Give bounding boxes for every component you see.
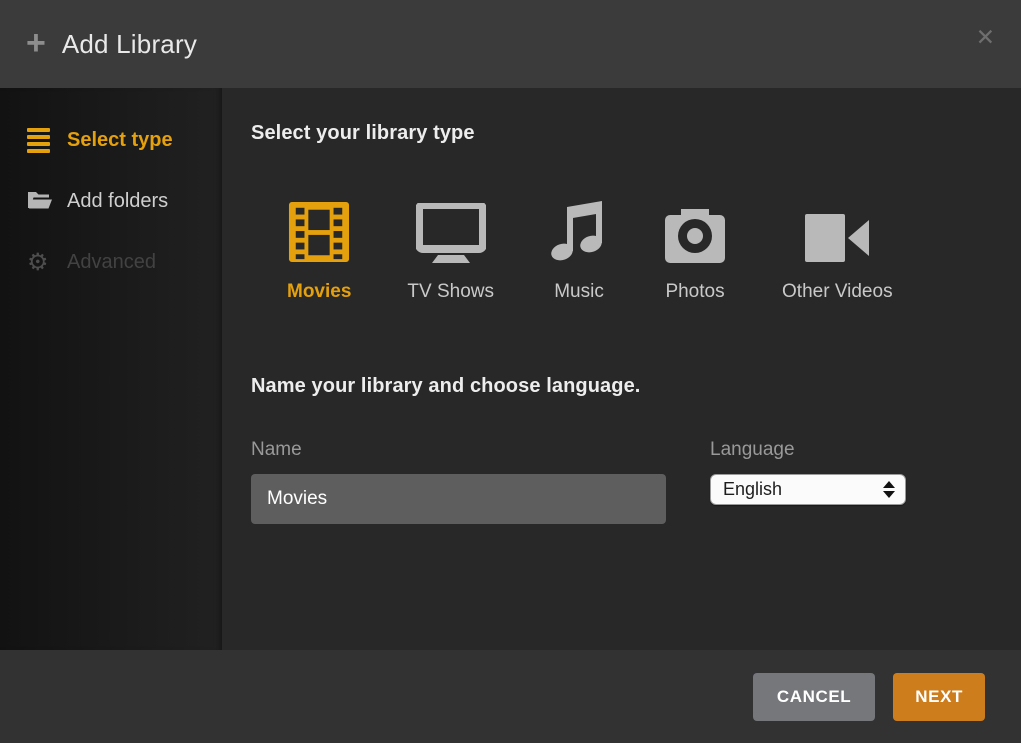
next-button[interactable]: NEXT — [893, 673, 985, 721]
library-type-heading: Select your library type — [251, 122, 1021, 145]
gear-icon: ⚙ — [27, 250, 57, 274]
select-type-panel: Select your library type — [222, 88, 1021, 650]
select-stepper-arrows-icon — [883, 481, 895, 498]
dialog-footer: CANCEL NEXT — [0, 650, 1021, 743]
camera-icon — [664, 201, 726, 263]
language-field-label: Language — [710, 439, 906, 461]
library-type-label: TV Shows — [407, 281, 494, 303]
sidebar-item-label: Add folders — [67, 190, 168, 213]
library-type-label: Movies — [287, 281, 351, 303]
dialog-header: + Add Library ✕ — [0, 0, 1021, 88]
sidebar-item-label: Advanced — [67, 251, 156, 274]
name-language-heading: Name your library and choose language. — [251, 375, 1021, 398]
close-icon[interactable]: ✕ — [976, 27, 995, 50]
movies-film-icon — [287, 201, 351, 263]
language-select[interactable]: English — [710, 474, 906, 505]
library-type-photos[interactable]: Photos — [664, 201, 726, 303]
language-selected-value: English — [723, 479, 883, 500]
sidebar-item-select-type[interactable]: Select type — [0, 120, 222, 160]
add-icon: + — [26, 26, 46, 60]
music-note-icon — [550, 201, 608, 263]
library-type-label: Other Videos — [782, 281, 893, 303]
tv-monitor-icon — [416, 201, 486, 263]
wizard-steps-sidebar: Select type Add folders ⚙ Advanced — [0, 88, 222, 650]
library-type-music[interactable]: Music — [550, 201, 608, 303]
sidebar-item-label: Select type — [67, 129, 173, 152]
dialog-body: Select type Add folders ⚙ Advanced — [0, 88, 1021, 650]
library-type-label: Music — [554, 281, 604, 303]
sidebar-item-advanced: ⚙ Advanced — [0, 242, 222, 282]
library-type-tv-shows[interactable]: TV Shows — [407, 201, 494, 303]
select-type-icon — [27, 128, 57, 153]
sidebar-item-add-folders[interactable]: Add folders — [0, 181, 222, 221]
add-library-dialog: + Add Library ✕ Select type Add folders — [0, 0, 1021, 743]
library-type-picker: Movies TV Shows — [287, 201, 1021, 303]
library-type-other-videos[interactable]: Other Videos — [782, 201, 893, 303]
video-camera-icon — [804, 201, 870, 263]
cancel-button[interactable]: CANCEL — [753, 673, 875, 721]
name-language-fields: Name Language English — [251, 439, 1021, 524]
library-type-movies[interactable]: Movies — [287, 201, 351, 303]
library-name-input[interactable] — [251, 474, 666, 524]
folder-open-icon — [27, 190, 57, 212]
library-type-label: Photos — [665, 281, 724, 303]
dialog-title: Add Library — [62, 29, 197, 60]
name-field-label: Name — [251, 439, 666, 461]
